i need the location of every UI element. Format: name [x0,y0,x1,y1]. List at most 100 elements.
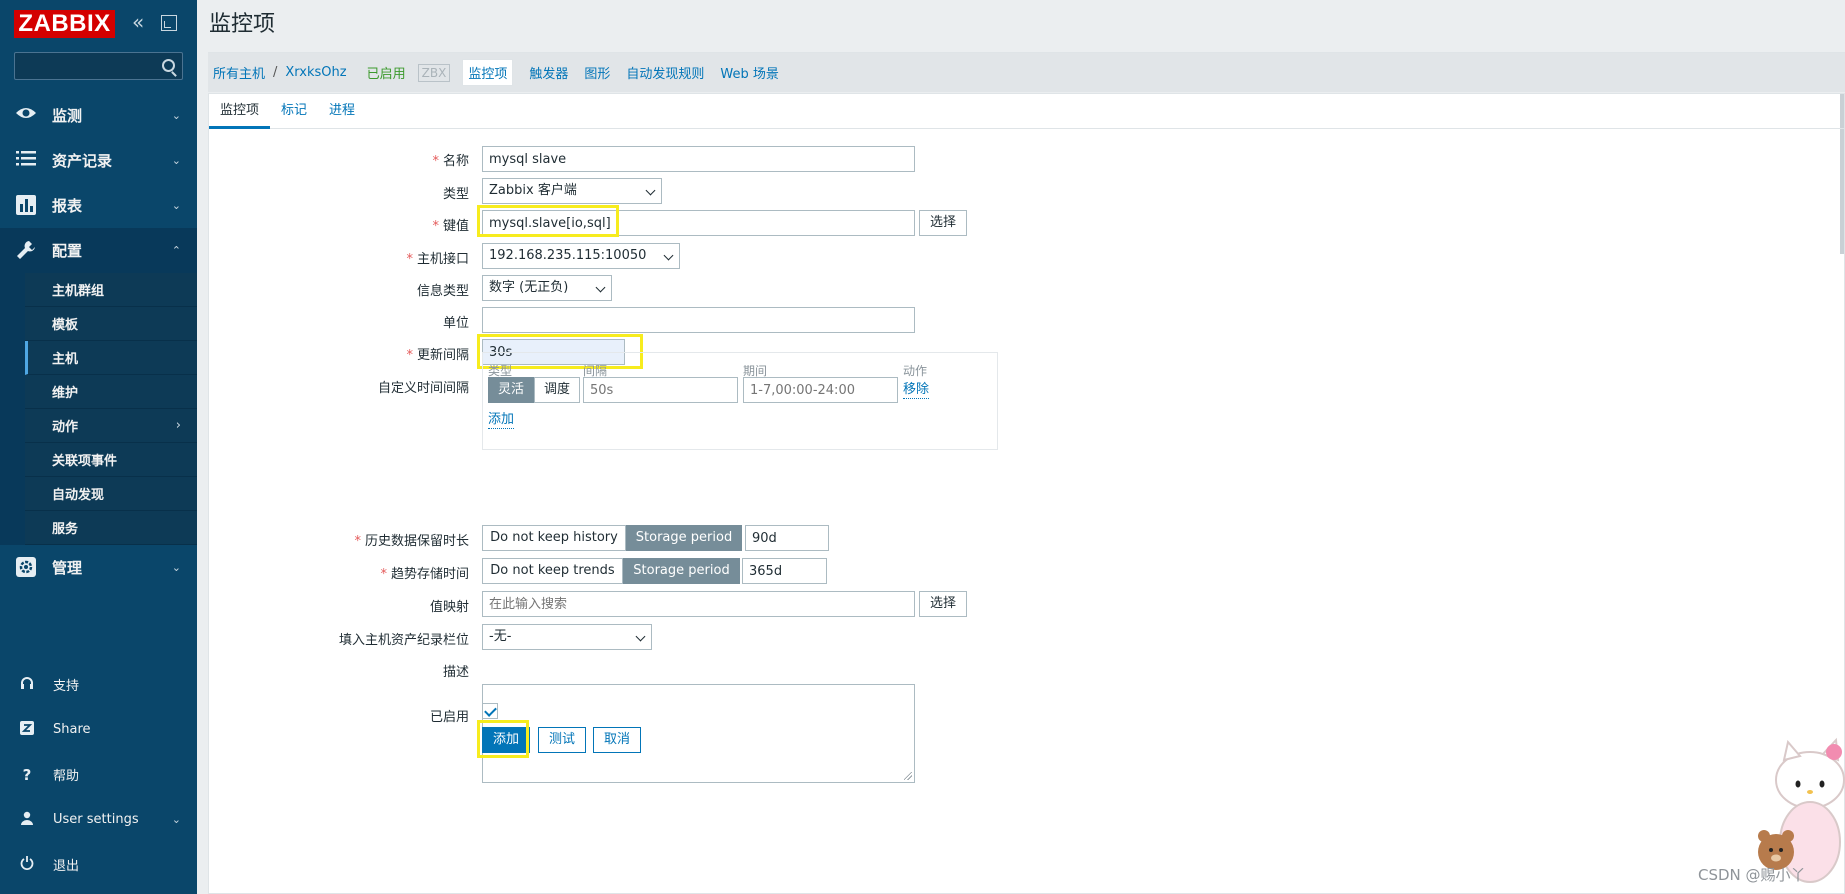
remove-interval-link[interactable]: 移除 [903,382,930,399]
breadcrumb-separator: / [273,65,278,80]
chevron-right-icon: › [175,418,181,433]
submenu-label: 模板 [52,318,79,333]
zabbix-logo[interactable]: ZABBIX [14,10,115,38]
name-label: * 名称 [209,150,469,169]
units-input[interactable] [482,307,915,333]
chevron-up-icon: ⌃ [171,244,181,257]
configuration-submenu: 主机群组 模板 主机 维护 动作 › 关联项事件 自动发现 服务 [0,273,197,545]
menu-label: 配置 [52,242,83,260]
page-title: 监控项 [209,12,276,37]
key-select-button[interactable]: 选择 [919,210,968,236]
chevron-down-icon [595,282,606,293]
chevron-down-icon: ⌄ [171,154,181,167]
required-marker: * [432,219,439,234]
host-nav-graphs[interactable]: 图形 [584,63,610,82]
info-type-select[interactable]: 数字 (无正负) [482,275,612,301]
column-header-action: 动作 [903,364,928,378]
do-not-keep-history-toggle[interactable]: Do not keep history [482,525,626,551]
menu-item-sign-out[interactable]: 退出 [0,842,197,887]
test-button[interactable]: 测试 [538,727,587,753]
sidebar: ZABBIX « 监测 ⌄ 资产记录 ⌄ 报表 ⌄ 配置 ⌃ 主机群组 模板 主… [0,0,197,894]
name-input[interactable] [482,146,915,172]
all-hosts-link[interactable]: 所有主机 [213,63,265,82]
chevron-down-icon: ⌄ [171,813,181,826]
custom-intervals-label: 自定义时间间隔 [377,381,469,396]
description-label: 描述 [442,665,469,680]
submenu-item-maintenance[interactable]: 维护 [25,375,197,409]
chart-icon [15,194,37,217]
submenu-label: 主机群组 [52,284,105,299]
host-nav-triggers[interactable]: 触发器 [529,63,568,82]
tab-tags[interactable]: 标记 [270,94,318,129]
history-storage-period-toggle[interactable]: Storage period [626,525,742,551]
tab-preprocessing[interactable]: 进程 [318,94,366,129]
interface-label: * 主机接口 [209,248,469,267]
main-menu: 监测 ⌄ 资产记录 ⌄ 报表 ⌄ 配置 ⌃ 主机群组 模板 主机 维护 动作 ›… [0,93,197,590]
menu-label: 资产记录 [52,152,113,170]
host-status-enabled[interactable]: 已启用 [367,63,406,82]
info-type-label: 信息类型 [416,284,469,299]
menu-label: 管理 [52,559,83,577]
required-marker: * [354,534,361,549]
scheduling-toggle[interactable]: 调度 [534,377,580,403]
menu-item-configuration[interactable]: 配置 ⌃ [0,228,197,273]
tab-item[interactable]: 监控项 [209,94,271,129]
submenu-label: 自动发现 [52,488,105,503]
units-label: 单位 [442,316,469,331]
eye-icon [15,105,37,127]
select-value: -无- [489,629,512,644]
inventory-select[interactable]: -无- [482,624,652,650]
menu-item-inventory[interactable]: 资产记录 ⌄ [0,138,197,183]
update-interval-label: * 更新间隔 [209,344,469,363]
submenu-item-discovery[interactable]: 自动发现 [25,477,197,511]
enabled-checkbox[interactable] [482,703,498,719]
history-period-input[interactable] [745,525,829,551]
search-input[interactable] [15,53,155,79]
host-nav-discovery[interactable]: 自动发现规则 [626,63,704,82]
flexible-toggle[interactable]: 灵活 [488,377,534,403]
period-input[interactable] [743,377,898,403]
menu-item-monitoring[interactable]: 监测 ⌄ [0,93,197,138]
cancel-button[interactable]: 取消 [593,727,642,753]
menu-item-user-settings[interactable]: User settings ⌄ [0,797,197,842]
chevron-down-icon: ⌄ [171,109,181,122]
csdn-watermark: CSDN @赐小丫 [1698,866,1806,884]
search-icon[interactable] [162,59,175,72]
kiosk-mode-icon[interactable] [161,15,177,31]
menu-item-administration[interactable]: 管理 ⌄ [0,545,197,590]
label-text: 历史数据保留时长 [364,534,469,549]
trends-period-input[interactable] [742,558,827,584]
submenu-item-templates[interactable]: 模板 [25,307,197,341]
collapse-sidebar-icon[interactable]: « [132,12,152,33]
label-text: 趋势存储时间 [390,567,469,582]
custom-intervals-table: 类型 间隔 期间 动作 灵活 调度 移除 添加 [482,352,998,450]
menu-item-help[interactable]: ? 帮助 [0,752,197,797]
valuemap-select-button[interactable]: 选择 [919,591,968,617]
menu-item-reports[interactable]: 报表 ⌄ [0,183,197,228]
host-name-link[interactable]: XrxksOhz [285,65,346,80]
label-text: 键值 [442,219,469,234]
trends-storage-period-toggle[interactable]: Storage period [623,558,740,584]
valuemap-label: 值映射 [429,600,469,615]
interface-select[interactable]: 192.168.235.115:10050 [482,243,680,269]
submenu-item-host-groups[interactable]: 主机群组 [25,273,197,307]
sidebar-search [14,52,183,80]
menu-item-support[interactable]: 支持 [0,662,197,707]
submenu-item-hosts[interactable]: 主机 [25,341,197,375]
headset-icon [19,676,35,694]
submenu-item-event-correlation[interactable]: 关联项事件 [25,443,197,477]
host-nav-web[interactable]: Web 场景 [720,63,778,82]
highlight-box [477,205,619,237]
do-not-keep-trends-toggle[interactable]: Do not keep trends [482,558,623,584]
submenu-item-services[interactable]: 服务 [25,511,197,545]
valuemap-input[interactable] [482,591,915,617]
type-select[interactable]: Zabbix 客户端 [482,178,662,204]
menu-item-share[interactable]: Share [0,707,197,752]
submenu-item-actions[interactable]: 动作 › [25,409,197,443]
host-nav-items[interactable]: 监控项 [462,59,514,86]
required-marker: * [380,567,387,582]
chevron-down-icon: ⌄ [171,561,181,574]
interval-input[interactable] [583,377,738,403]
menu-label: 帮助 [53,769,80,784]
add-interval-link[interactable]: 添加 [488,412,515,429]
